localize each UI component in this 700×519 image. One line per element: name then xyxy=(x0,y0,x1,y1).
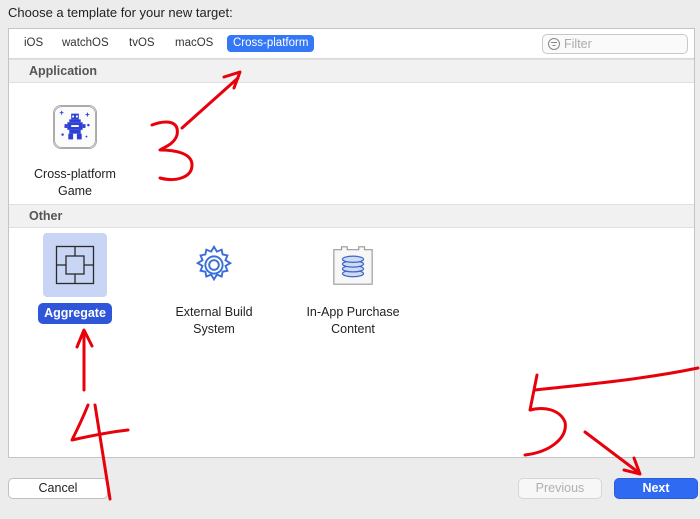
section-header-application: Application xyxy=(9,59,694,83)
filter-input[interactable] xyxy=(564,36,682,52)
template-cross-platform-game[interactable]: Cross-platform Game xyxy=(15,95,135,201)
tab-macos[interactable]: macOS xyxy=(169,35,219,52)
template-label: Cross-platform Game xyxy=(34,167,116,198)
tab-tvos[interactable]: tvOS xyxy=(123,35,161,52)
template-label: Aggregate xyxy=(38,303,112,324)
tab-watchos[interactable]: watchOS xyxy=(56,35,115,52)
template-icon-container xyxy=(43,233,107,297)
template-icon-container xyxy=(321,233,385,297)
tab-cross-platform[interactable]: Cross-platform xyxy=(227,35,315,52)
template-icon-container xyxy=(182,233,246,297)
tab-ios[interactable]: iOS xyxy=(18,35,49,52)
section-header-other: Other xyxy=(9,204,694,228)
template-aggregate[interactable]: Aggregate xyxy=(15,233,135,324)
annotation-arrowhead-5 xyxy=(622,456,642,476)
template-external-build-system[interactable]: External Build System xyxy=(154,233,274,339)
filter-icon xyxy=(548,38,560,50)
dialog-title: Choose a template for your new target: xyxy=(8,5,233,20)
aggregate-icon xyxy=(55,245,95,285)
template-label: External Build System xyxy=(175,305,253,336)
next-button[interactable]: Next xyxy=(614,478,698,499)
previous-button[interactable]: Previous xyxy=(518,478,602,499)
game-icon xyxy=(53,105,97,149)
template-icon-container xyxy=(43,95,107,159)
template-label: In-App Purchase Content xyxy=(306,305,400,336)
gear-icon xyxy=(195,244,233,282)
template-panel: iOS watchOS tvOS macOS Cross-platform Ap… xyxy=(8,28,695,458)
filter-field[interactable] xyxy=(542,34,688,54)
platform-tab-bar: iOS watchOS tvOS macOS Cross-platform xyxy=(9,29,694,59)
cancel-button[interactable]: Cancel xyxy=(8,478,108,499)
template-in-app-purchase-content[interactable]: In-App Purchase Content xyxy=(293,233,413,339)
in-app-purchase-icon xyxy=(333,246,373,285)
